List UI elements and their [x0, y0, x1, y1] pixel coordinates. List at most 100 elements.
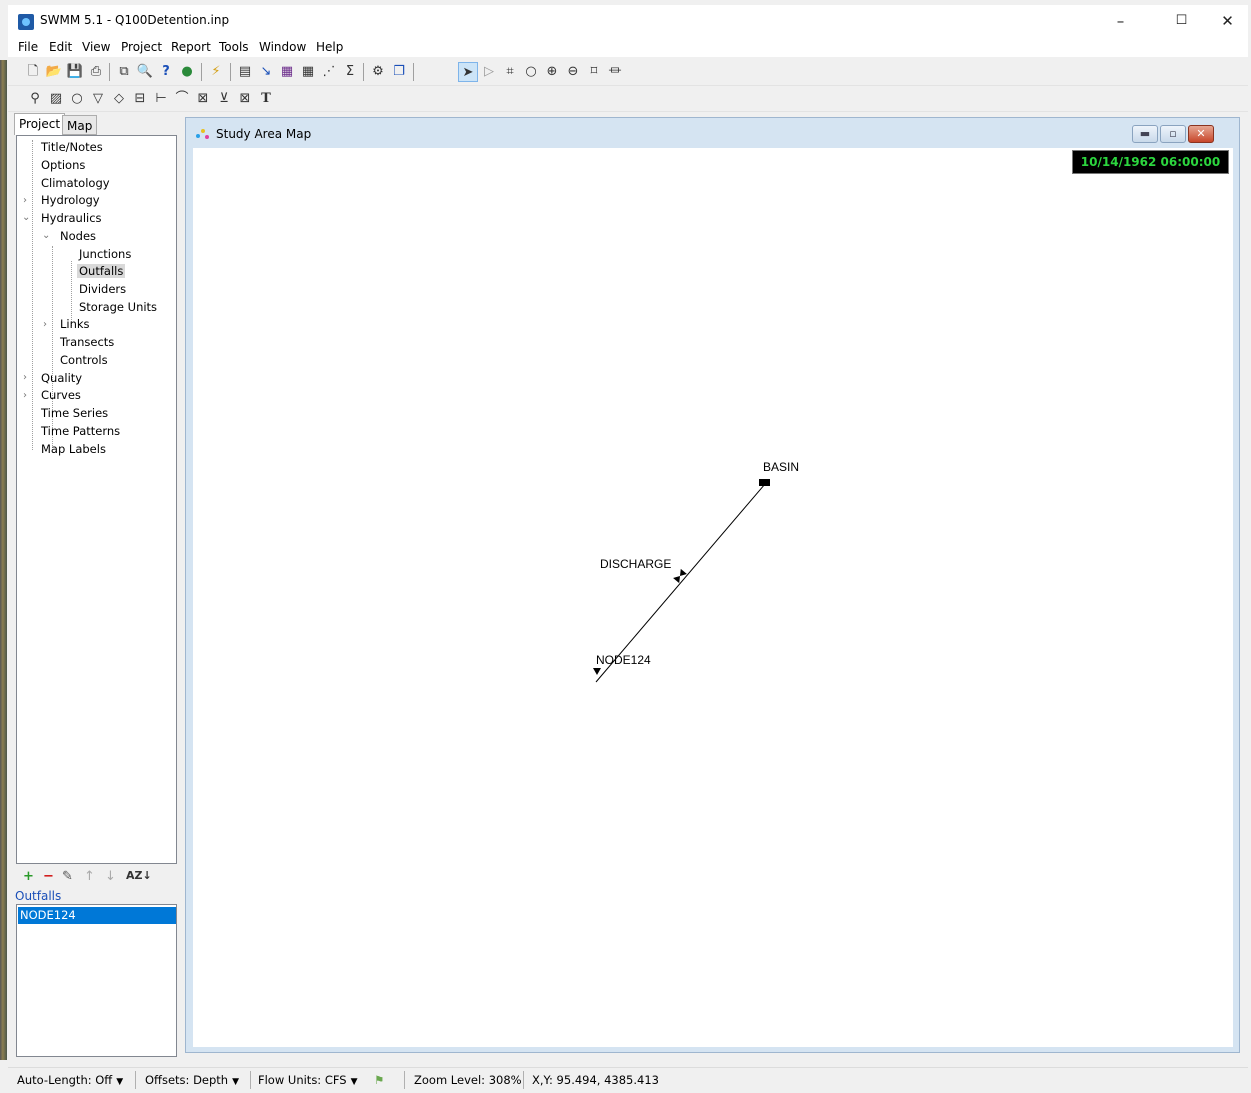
conduit-icon[interactable]: ⊢: [151, 89, 171, 109]
collapse-icon[interactable]: ⌄: [42, 230, 50, 241]
tree-item-quality[interactable]: Quality: [41, 371, 82, 385]
outlet-icon[interactable]: ⊠: [235, 89, 255, 109]
add-object-icon[interactable]: +: [23, 869, 34, 884]
outfall-icon[interactable]: ▽: [88, 89, 108, 109]
move-down-icon[interactable]: ↓: [105, 869, 116, 884]
select-object-icon[interactable]: ➤: [458, 62, 478, 82]
tree-item-controls[interactable]: Controls: [60, 353, 108, 367]
list-item[interactable]: NODE124: [18, 907, 176, 924]
run-icon[interactable]: ⚡: [206, 62, 226, 82]
collapse-icon[interactable]: ⌄: [22, 212, 30, 223]
orifice-icon[interactable]: ⊠: [193, 89, 213, 109]
scatter-plot-icon[interactable]: ⋰: [319, 62, 339, 82]
tree-item-dividers[interactable]: Dividers: [79, 282, 126, 296]
tree-item-storage-units[interactable]: Storage Units: [79, 300, 157, 314]
table-icon[interactable]: ▦: [298, 62, 318, 82]
move-up-icon[interactable]: ↑: [84, 869, 95, 884]
title-bar: SWMM 5.1 - Q100Detention.inp – ☐ ✕: [8, 5, 1248, 37]
status-bar: Auto-Length: Off ▼ Offsets: Depth ▼ Flow U…: [8, 1067, 1248, 1091]
expand-icon[interactable]: ›: [23, 195, 27, 206]
maximize-button[interactable]: ☐: [1159, 9, 1204, 33]
tree-item-time-series[interactable]: Time Series: [41, 406, 108, 420]
subcatchment-icon[interactable]: ▨: [46, 89, 66, 109]
tree-item-transects[interactable]: Transects: [60, 335, 114, 349]
status-report-icon[interactable]: ▤: [235, 62, 255, 82]
label-icon[interactable]: T: [256, 89, 276, 109]
child-close-button[interactable]: ✕: [1188, 125, 1214, 143]
tree-item-curves[interactable]: Curves: [41, 388, 81, 402]
measure-icon[interactable]: ⏛: [605, 62, 625, 82]
menu-help[interactable]: Help: [316, 40, 343, 54]
tree-item-links[interactable]: Links: [60, 317, 90, 331]
menu-tools[interactable]: Tools: [219, 40, 249, 54]
flow-units-dropdown[interactable]: Flow Units: CFS ▼: [258, 1073, 358, 1087]
project-tree: Title/Notes Options Climatology › Hydrol…: [16, 135, 177, 864]
select-all-icon[interactable]: ○: [521, 62, 541, 82]
node-label-basin[interactable]: BASIN: [763, 460, 799, 474]
select-vertex-icon[interactable]: ▷: [479, 62, 499, 82]
junction-icon[interactable]: ○: [67, 89, 87, 109]
divider-icon[interactable]: ◇: [109, 89, 129, 109]
offsets-dropdown[interactable]: Offsets: Depth ▼: [145, 1073, 239, 1087]
auto-length-dropdown[interactable]: Auto-Length: Off ▼: [17, 1073, 123, 1087]
menu-project[interactable]: Project: [121, 40, 162, 54]
child-restore-button[interactable]: ▫: [1160, 125, 1186, 143]
save-icon[interactable]: 💾: [65, 62, 85, 82]
tree-item-nodes[interactable]: Nodes: [60, 229, 96, 243]
delete-object-icon[interactable]: −: [43, 869, 54, 884]
menu-file[interactable]: File: [18, 40, 38, 54]
print-icon[interactable]: ⎙: [86, 62, 106, 82]
tree-item-options[interactable]: Options: [41, 158, 85, 172]
rain-gage-icon[interactable]: ⚲: [25, 89, 45, 109]
tree-item-time-patterns[interactable]: Time Patterns: [41, 424, 120, 438]
copy-icon[interactable]: ⧉: [114, 62, 134, 82]
close-button[interactable]: ✕: [1205, 9, 1250, 33]
zoom-out-icon[interactable]: ⊖: [563, 62, 583, 82]
object-category-label: Outfalls: [15, 889, 62, 903]
expand-icon[interactable]: ›: [23, 390, 27, 401]
pump-icon[interactable]: ⌒: [172, 89, 192, 109]
new-icon[interactable]: 🗋: [23, 62, 43, 82]
expand-icon[interactable]: ›: [23, 372, 27, 383]
tree-item-outfalls[interactable]: Outfalls: [77, 264, 126, 278]
profile-plot-icon[interactable]: ↘: [256, 62, 276, 82]
tree-item-junctions[interactable]: Junctions: [79, 247, 131, 261]
arrange-windows-icon[interactable]: ❐: [389, 62, 409, 82]
time-series-plot-icon[interactable]: ▦: [277, 62, 297, 82]
child-minimize-button[interactable]: ▬: [1132, 125, 1158, 143]
overview-map-icon[interactable]: ●: [177, 62, 197, 82]
menu-view[interactable]: View: [82, 40, 110, 54]
full-extent-icon[interactable]: ⌑: [584, 62, 604, 82]
tab-project[interactable]: Project: [14, 113, 66, 135]
tree-item-hydrology[interactable]: Hydrology: [41, 193, 100, 207]
node-label-node124[interactable]: NODE124: [596, 653, 651, 667]
find-icon[interactable]: 🔍: [135, 62, 155, 82]
statistics-icon[interactable]: Σ: [340, 62, 360, 82]
zoom-in-icon[interactable]: ⊕: [542, 62, 562, 82]
minimize-button[interactable]: –: [1098, 9, 1143, 33]
tab-map[interactable]: Map: [62, 115, 98, 135]
open-icon[interactable]: 📂: [44, 62, 64, 82]
tree-item-title-notes[interactable]: Title/Notes: [41, 140, 103, 154]
sort-icon[interactable]: AZ↓: [126, 869, 152, 882]
options-icon[interactable]: ⚙: [368, 62, 388, 82]
outfall-node124-icon: [593, 668, 601, 675]
chevron-down-icon: ▼: [350, 1077, 358, 1087]
tree-item-map-labels[interactable]: Map Labels: [41, 442, 106, 456]
menu-report[interactable]: Report: [171, 40, 211, 54]
query-icon[interactable]: ?: [156, 62, 176, 82]
storage-unit-icon[interactable]: ⊟: [130, 89, 150, 109]
offsets-label: Offsets: Depth: [145, 1073, 229, 1087]
object-toolbar: ⚲ ▨ ○ ▽ ◇ ⊟ ⊢ ⌒ ⊠ ⊻ ⊠ T: [8, 86, 1248, 112]
map-canvas[interactable]: 10/14/1962 06:00:00 BASIN DISCHARGE NODE…: [193, 148, 1233, 1047]
tree-item-climatology[interactable]: Climatology: [41, 176, 110, 190]
menu-edit[interactable]: Edit: [49, 40, 72, 54]
node-label-discharge[interactable]: DISCHARGE: [600, 557, 671, 571]
menu-window[interactable]: Window: [259, 40, 306, 54]
tree-item-hydraulics[interactable]: Hydraulics: [41, 211, 102, 225]
study-area-map-window: Study Area Map ▬ ▫ ✕ 10/14/1962 06:00:00…: [185, 117, 1240, 1053]
edit-object-icon[interactable]: ✎: [62, 869, 73, 884]
select-region-icon[interactable]: ⌗: [500, 62, 520, 82]
expand-icon[interactable]: ›: [43, 319, 47, 330]
weir-icon[interactable]: ⊻: [214, 89, 234, 109]
